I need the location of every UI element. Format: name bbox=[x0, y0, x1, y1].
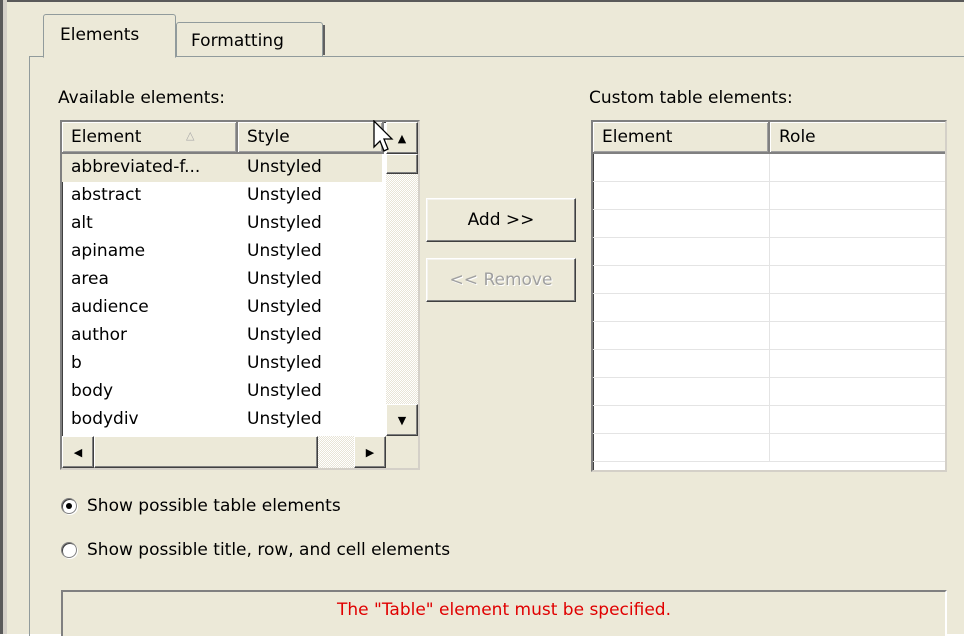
tab-formatting-label: Formatting bbox=[191, 31, 284, 51]
tab-panel bbox=[29, 56, 964, 636]
dialog: Formatting Elements Available elements: … bbox=[7, 2, 964, 636]
tab-formatting[interactable]: Formatting bbox=[176, 22, 325, 56]
mouse-pointer-icon bbox=[373, 120, 394, 152]
tab-elements[interactable]: Elements bbox=[43, 14, 176, 58]
tab-elements-label: Elements bbox=[60, 25, 140, 45]
